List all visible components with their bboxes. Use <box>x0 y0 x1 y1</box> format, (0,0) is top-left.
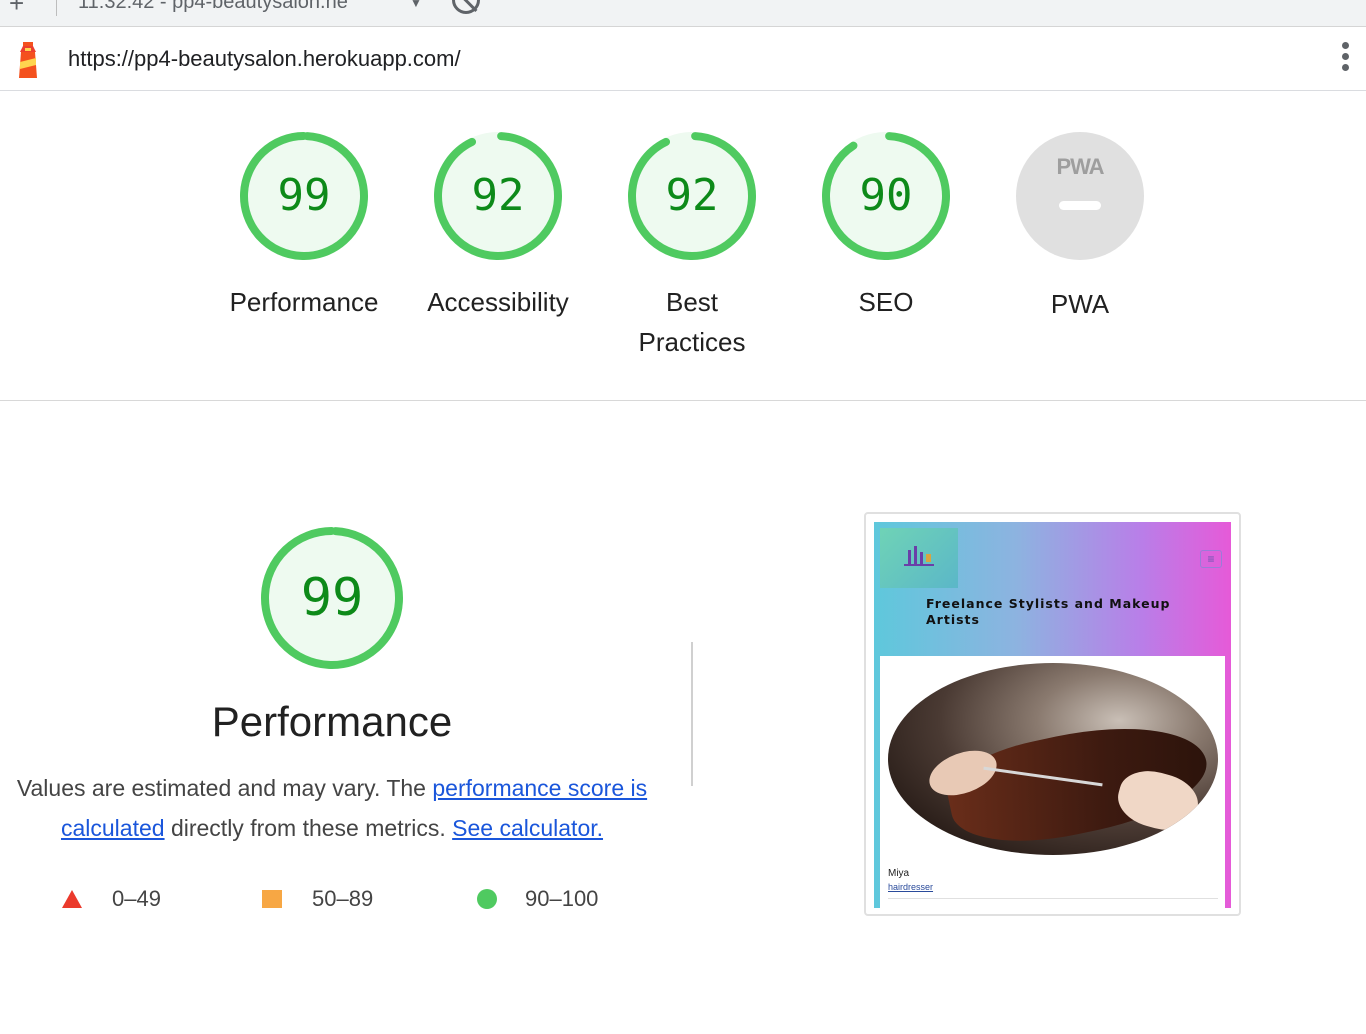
site-heading: Freelance Stylists and Makeup Artists <box>926 596 1171 627</box>
tab-separator <box>56 0 57 16</box>
gauge-pwa[interactable]: PWA PWA <box>983 130 1177 324</box>
gauge-label: Performance <box>229 287 379 317</box>
stylist-name: Miya <box>888 868 910 879</box>
circle-icon <box>477 889 497 909</box>
gauge-best-practices[interactable]: 92 Best Practices <box>595 130 789 362</box>
gauge-score: 92 <box>471 170 525 221</box>
haircut-photo <box>888 663 1218 855</box>
salon-logo-icon <box>904 546 934 566</box>
gauge-accessibility[interactable]: 92 Accessibility <box>401 130 595 322</box>
section-divider <box>691 642 693 786</box>
scores-summary: 99 Performance 92 Accessibility 92 Best … <box>0 92 1366 401</box>
performance-description: Values are estimated and may vary. The p… <box>16 775 648 841</box>
performance-gauge: 99 <box>259 525 405 671</box>
performance-score: 99 <box>300 568 364 628</box>
gauge-score: 99 <box>277 170 331 221</box>
tab-strip: + 11:32:42 - pp4-beautysalon.he ▼ <box>0 0 1366 27</box>
more-vert-icon[interactable] <box>1334 42 1356 78</box>
see-calculator-link[interactable]: See calculator. <box>452 815 603 841</box>
gauge-label: SEO <box>858 287 914 317</box>
gauge-score: 90 <box>859 170 913 221</box>
stylist-card: Miya hairdresser <box>880 656 1225 908</box>
chevron-down-icon[interactable]: ▼ <box>410 0 422 10</box>
hamburger-menu-icon: ≡ <box>1200 550 1222 568</box>
square-icon <box>262 890 282 908</box>
gauge-label: Best Practices <box>638 287 746 357</box>
gauge-label: PWA <box>1050 289 1110 319</box>
lighthouse-icon <box>19 42 37 78</box>
triangle-icon <box>62 890 82 908</box>
screenshot-page: ≡ Freelance Stylists and Makeup Artists … <box>874 522 1231 908</box>
new-tab-button[interactable]: + <box>9 0 24 19</box>
site-logo <box>880 528 958 588</box>
gauge-label: Accessibility <box>427 287 569 317</box>
gauge-score: 92 <box>665 170 719 221</box>
card-divider <box>888 898 1218 899</box>
url-bar: https://pp4-beautysalon.herokuapp.com/ <box>0 28 1366 91</box>
pwa-badge-icon: PWA <box>1016 132 1144 260</box>
tab-title[interactable]: 11:32:42 - pp4-beautysalon.he <box>78 0 408 14</box>
stylist-role: hairdresser <box>888 882 934 892</box>
block-icon[interactable] <box>452 0 480 14</box>
gauge-performance[interactable]: 99 Performance <box>207 130 401 322</box>
gauge-seo[interactable]: 90 SEO <box>789 130 983 322</box>
url-text[interactable]: https://pp4-beautysalon.herokuapp.com/ <box>68 46 461 72</box>
final-screenshot[interactable]: ≡ Freelance Stylists and Makeup Artists … <box>864 512 1241 916</box>
performance-title: Performance <box>211 698 453 745</box>
